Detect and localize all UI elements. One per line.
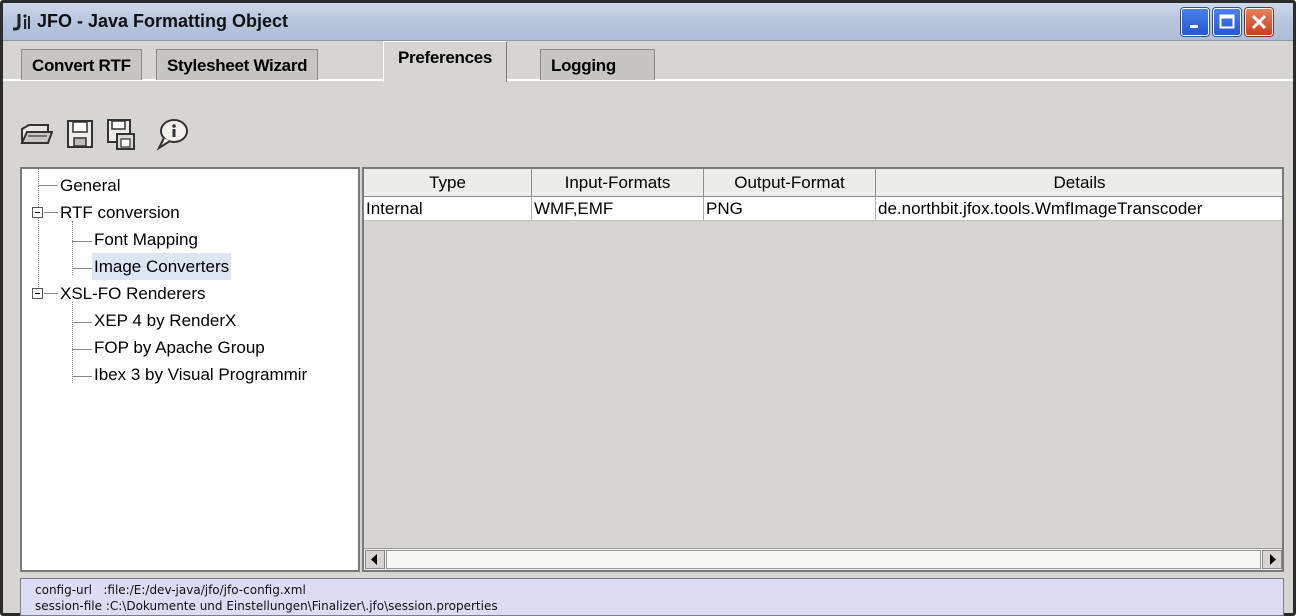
minimize-icon <box>1190 25 1198 28</box>
preferences-panel: General RTF conversion Font Mapping Imag… <box>20 167 1284 572</box>
save-button[interactable] <box>63 117 97 151</box>
cell-type: Internal <box>364 197 532 221</box>
arrow-right-icon <box>1270 554 1276 565</box>
tree-item-label: FOP by Apache Group <box>94 338 265 357</box>
scroll-thumb[interactable] <box>386 550 1261 569</box>
tree-connector <box>44 212 58 213</box>
cell-details: de.northbit.jfox.tools.WmfImageTranscode… <box>876 197 1282 221</box>
tab-stylesheet-wizard[interactable]: Stylesheet Wizard <box>156 49 319 80</box>
preferences-tree[interactable]: General RTF conversion Font Mapping Imag… <box>20 167 360 572</box>
collapse-rtf-conversion-icon[interactable] <box>32 207 43 218</box>
tree-connector <box>72 302 73 383</box>
column-header-output-format[interactable]: Output-Format <box>704 169 876 197</box>
close-icon <box>1251 14 1267 30</box>
save-icon <box>67 120 93 148</box>
maximize-icon <box>1219 14 1235 29</box>
close-button[interactable] <box>1245 8 1273 36</box>
tree-connector <box>38 185 39 293</box>
scroll-left-button[interactable] <box>365 550 385 569</box>
tree-item-label: Font Mapping <box>94 230 198 249</box>
tree-item-label: General <box>60 176 121 195</box>
tree-item-label: RTF conversion <box>60 203 180 222</box>
collapse-xsl-fo-renderers-icon[interactable] <box>32 288 43 299</box>
tree-connector <box>38 169 39 186</box>
app-window: JFO - Java Formatting Object Convert RTF… <box>0 0 1296 616</box>
minimize-button[interactable] <box>1181 8 1209 36</box>
jfo-app-icon <box>11 11 33 33</box>
column-header-details[interactable]: Details <box>876 169 1282 197</box>
info-balloon-icon <box>156 119 188 151</box>
tree-connector <box>72 221 73 275</box>
tree-connector <box>72 349 92 350</box>
open-folder-icon <box>20 124 54 144</box>
tree-connector <box>38 185 58 186</box>
tree-connector <box>72 376 92 377</box>
arrow-left-icon <box>371 554 377 565</box>
cell-input-formats: WMF,EMF <box>532 197 704 221</box>
config-url-text: config-url :file:/E:/dev-java/jfo/jfo-co… <box>35 583 306 597</box>
status-panel: config-url :file:/E:/dev-java/jfo/jfo-co… <box>20 578 1284 616</box>
toolbar <box>3 83 1293 167</box>
open-button[interactable] <box>19 117 54 151</box>
table-header: Type Input-Formats Output-Format Details <box>364 169 1282 197</box>
tab-strip: Convert RTF Stylesheet Wizard Preference… <box>3 41 1293 82</box>
cell-output-format: PNG <box>704 197 876 221</box>
table-row[interactable]: Internal WMF,EMF PNG de.northbit.jfox.to… <box>364 197 1282 221</box>
tree-connector <box>72 322 92 323</box>
tree-connector <box>72 268 92 269</box>
session-file-text: session-file :C:\Dokumente und Einstellu… <box>35 599 498 613</box>
tab-preferences[interactable]: Preferences <box>383 41 508 82</box>
tree-item-label: XEP 4 by RenderX <box>94 311 237 330</box>
title-bar[interactable]: JFO - Java Formatting Object <box>3 3 1293 41</box>
horizontal-scrollbar[interactable] <box>364 548 1282 570</box>
column-header-type[interactable]: Type <box>364 169 532 197</box>
tree-connector <box>72 241 92 242</box>
info-button[interactable] <box>155 117 189 151</box>
tree-connector <box>44 293 58 294</box>
tab-logging[interactable]: Logging <box>540 49 655 80</box>
column-header-input-formats[interactable]: Input-Formats <box>532 169 704 197</box>
maximize-button[interactable] <box>1213 8 1241 36</box>
tree-item-label: Image Converters <box>92 253 232 280</box>
tree-item-label: Ibex 3 by Visual Programmir <box>94 365 308 384</box>
scroll-right-button[interactable] <box>1262 550 1282 569</box>
tree-item-label: XSL-FO Renderers <box>60 284 206 303</box>
image-converters-table[interactable]: Type Input-Formats Output-Format Details… <box>362 167 1284 572</box>
tab-convert-rtf[interactable]: Convert RTF <box>21 49 142 80</box>
save-as-button[interactable] <box>103 117 137 151</box>
save-as-icon <box>107 119 135 150</box>
window-title: JFO - Java Formatting Object <box>37 11 289 31</box>
